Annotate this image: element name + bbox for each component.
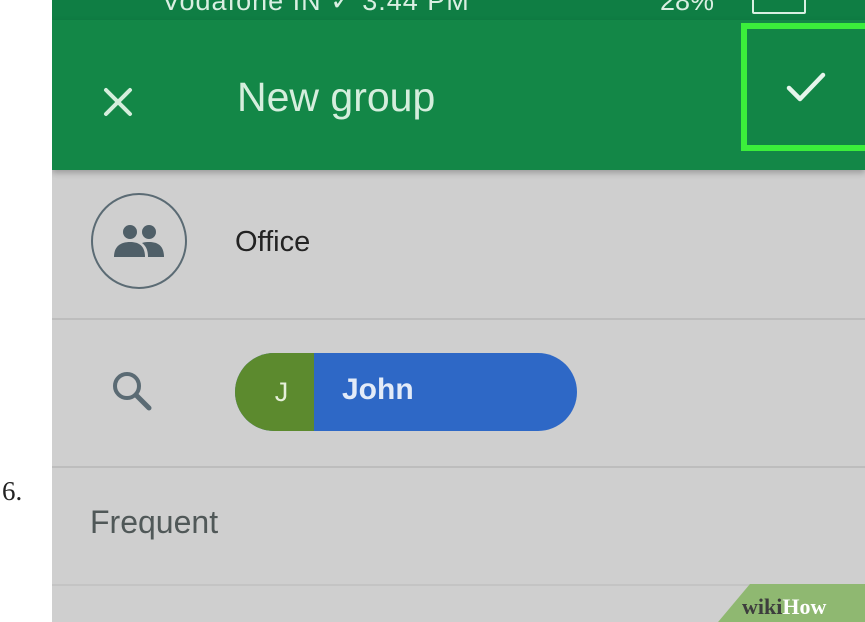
step-number: 6.: [2, 476, 23, 506]
group-name-row[interactable]: Office: [52, 170, 865, 318]
section-header-frequent: Frequent: [90, 504, 219, 540]
status-bar: Vodafone IN ✓ 3:44 PM 28%: [52, 0, 865, 20]
page-title: New group: [237, 74, 436, 120]
search-icon[interactable]: [107, 366, 157, 416]
divider: [52, 584, 865, 586]
checkmark-icon: [786, 72, 826, 102]
divider: [52, 466, 865, 468]
recipient-chip-initial: J: [235, 353, 314, 431]
watermark-how: How: [782, 594, 827, 619]
people-icon: [114, 225, 164, 257]
recipient-chip-name: John: [342, 373, 414, 406]
watermark-wiki: wiki: [742, 594, 783, 619]
group-avatar[interactable]: [91, 193, 187, 289]
battery-icon: [752, 0, 806, 14]
confirm-button[interactable]: [741, 23, 865, 151]
recipients-row: J John: [52, 320, 865, 466]
close-button[interactable]: [88, 72, 148, 132]
status-bar-battery-level: 28%: [660, 0, 715, 16]
status-bar-carrier-time: Vodafone IN ✓ 3:44 PM: [162, 0, 470, 16]
close-icon: [104, 88, 132, 116]
phone-screen: Vodafone IN ✓ 3:44 PM 28% New group Offi…: [52, 0, 865, 622]
watermark-logo: wikiHow: [742, 594, 826, 620]
recipient-chip[interactable]: J John: [235, 353, 577, 431]
group-name-field[interactable]: Office: [235, 226, 310, 259]
app-bar: New group: [52, 20, 865, 170]
